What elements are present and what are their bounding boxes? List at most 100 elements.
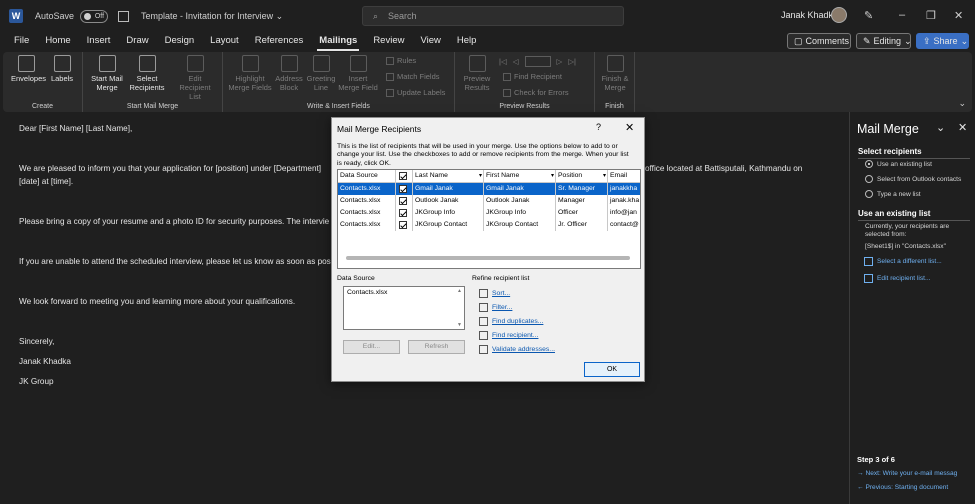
start-mail-merge-button[interactable]: Start Mail Merge	[86, 55, 128, 92]
greeting-line-button[interactable]: Greeting Line	[305, 55, 337, 92]
column-data-source[interactable]: Data Source	[338, 170, 396, 182]
scroll-down-icon[interactable]: ▼	[457, 322, 462, 328]
restore-icon[interactable]: ❐	[926, 9, 936, 22]
ok-button[interactable]: OK	[584, 362, 640, 377]
autosave-label: AutoSave	[35, 11, 75, 21]
highlight-merge-fields-button[interactable]: Highlight Merge Fields	[227, 55, 273, 92]
cell-check	[396, 195, 413, 207]
last-record-icon[interactable]: ▷|	[568, 57, 576, 66]
pane-close-icon[interactable]: ✕	[958, 121, 967, 134]
group-write-insert: Highlight Merge Fields Address Block Gre…	[223, 52, 455, 112]
tab-file[interactable]: File	[6, 32, 37, 52]
start-mail-merge-label: Start Mail Merge	[91, 74, 123, 92]
first-record-icon[interactable]: |◁	[499, 57, 507, 66]
autosave-toggle[interactable]: Off	[80, 9, 109, 23]
validate-addresses-label: Validate addresses...	[492, 346, 555, 353]
check-errors-button[interactable]: Check for Errors	[503, 88, 569, 97]
rules-button[interactable]: Rules	[386, 56, 416, 65]
row-checkbox[interactable]	[399, 185, 407, 193]
filter-link[interactable]: Filter...	[479, 303, 512, 312]
autosave-state: Off	[94, 12, 105, 20]
preview-results-button[interactable]: Preview Results	[459, 55, 495, 92]
scroll-up-icon[interactable]: ▲	[457, 288, 462, 294]
validate-addresses-link[interactable]: Validate addresses...	[479, 345, 555, 354]
address-block-button[interactable]: Address Block	[273, 55, 305, 92]
help-icon[interactable]: ?	[596, 122, 601, 132]
radio-existing-list[interactable]: Use an existing list	[865, 160, 932, 168]
collapse-ribbon-icon[interactable]: ⌄	[958, 98, 966, 109]
tab-mailings[interactable]: Mailings	[311, 32, 365, 52]
radio-new-list[interactable]: Type a new list	[865, 190, 921, 198]
horizontal-scrollbar[interactable]	[346, 256, 630, 260]
match-fields-button[interactable]: Match Fields	[386, 72, 440, 81]
refresh-button[interactable]: Refresh	[408, 340, 465, 354]
labels-button[interactable]: Labels	[48, 55, 76, 83]
match-fields-label: Match Fields	[397, 72, 440, 81]
document-title[interactable]: Template - Invitation for Interview ⌄	[141, 11, 283, 22]
search-box[interactable]: ⌕ Search	[362, 6, 624, 26]
pen-icon[interactable]: ✎	[864, 9, 873, 22]
editing-button[interactable]: ✎ Editing ⌄	[856, 33, 912, 49]
finish-merge-button[interactable]: Finish & Merge	[598, 55, 632, 92]
save-icon[interactable]	[118, 10, 130, 22]
comments-button[interactable]: ▢ Comments	[787, 33, 851, 49]
radio-outlook-contacts[interactable]: Select from Outlook contacts	[865, 175, 961, 183]
highlight-icon	[241, 55, 259, 72]
column-first-name[interactable]: First Name ▾	[484, 170, 556, 182]
select-different-list-link[interactable]: Select a different list...	[864, 257, 942, 266]
tab-review[interactable]: Review	[365, 32, 412, 52]
find-recipient-button[interactable]: Find Recipient	[503, 72, 562, 81]
find-duplicates-link[interactable]: Find duplicates...	[479, 317, 543, 326]
row-checkbox[interactable]	[399, 197, 407, 205]
envelopes-button[interactable]: Envelopes	[11, 55, 46, 83]
edit-recipient-list-button[interactable]: Edit Recipient List	[173, 55, 217, 101]
row-checkbox[interactable]	[399, 209, 407, 217]
column-email[interactable]: Email	[608, 170, 640, 182]
edit-recipient-list-link[interactable]: Edit recipient list...	[864, 274, 931, 283]
previous-record-icon[interactable]: ◁	[513, 57, 519, 66]
cell-check	[396, 207, 413, 219]
rules-label: Rules	[397, 56, 417, 65]
data-source-scrollbar[interactable]: ▲ ▼	[456, 288, 463, 328]
pane-options-icon[interactable]: ⌄	[936, 121, 945, 134]
column-select-all[interactable]	[396, 170, 413, 182]
close-icon[interactable]: ✕	[625, 121, 634, 134]
find-recipient-link[interactable]: Find recipient...	[479, 331, 538, 340]
tab-insert[interactable]: Insert	[79, 32, 119, 52]
dropdown-arrow-icon[interactable]: ▾	[479, 170, 482, 182]
data-source-list[interactable]: Contacts.xlsx ▲ ▼	[343, 286, 465, 330]
record-number-input[interactable]	[524, 56, 551, 67]
dropdown-arrow-icon[interactable]: ▾	[551, 170, 554, 182]
user-name[interactable]: Janak Khadka	[781, 10, 838, 20]
column-position[interactable]: Position ▾	[556, 170, 608, 182]
tab-view[interactable]: View	[412, 32, 448, 52]
dropdown-arrow-icon[interactable]: ▾	[603, 170, 606, 182]
table-row[interactable]: Contacts.xlsx JKGroup Info JKGroup Info …	[338, 207, 640, 219]
tab-references[interactable]: References	[247, 32, 312, 52]
tab-design[interactable]: Design	[157, 32, 203, 52]
avatar[interactable]	[831, 7, 847, 23]
envelope-icon	[17, 55, 35, 72]
update-labels-button[interactable]: Update Labels	[386, 88, 445, 97]
sort-link[interactable]: Sort...	[479, 289, 510, 298]
data-source-item[interactable]: Contacts.xlsx	[347, 289, 387, 296]
row-checkbox[interactable]	[399, 221, 407, 229]
table-row[interactable]: Contacts.xlsx Outlook Janak Outlook Jana…	[338, 195, 640, 207]
tab-layout[interactable]: Layout	[202, 32, 247, 52]
next-record-icon[interactable]: ▷	[557, 57, 563, 66]
select-recipients-button[interactable]: Select Recipients	[127, 55, 167, 92]
tab-draw[interactable]: Draw	[118, 32, 156, 52]
tab-help[interactable]: Help	[449, 32, 485, 52]
table-row[interactable]: Contacts.xlsx Gmail Janak Gmail Janak Sr…	[338, 183, 640, 195]
share-button[interactable]: ⇪ Share ⌄	[916, 33, 969, 49]
previous-step-link[interactable]: ← Previous: Starting document	[857, 484, 948, 491]
select-all-checkbox[interactable]	[399, 172, 407, 180]
tab-home[interactable]: Home	[37, 32, 78, 52]
column-last-name[interactable]: Last Name ▾	[413, 170, 484, 182]
table-row[interactable]: Contacts.xlsx JKGroup Contact JKGroup Co…	[338, 219, 640, 231]
edit-button[interactable]: Edit...	[343, 340, 400, 354]
insert-merge-field-button[interactable]: Insert Merge Field	[337, 55, 379, 92]
close-window-icon[interactable]: ✕	[954, 9, 963, 22]
next-step-link[interactable]: → Next: Write your e-mail messag	[857, 470, 957, 477]
minimize-icon[interactable]: –	[899, 9, 905, 21]
